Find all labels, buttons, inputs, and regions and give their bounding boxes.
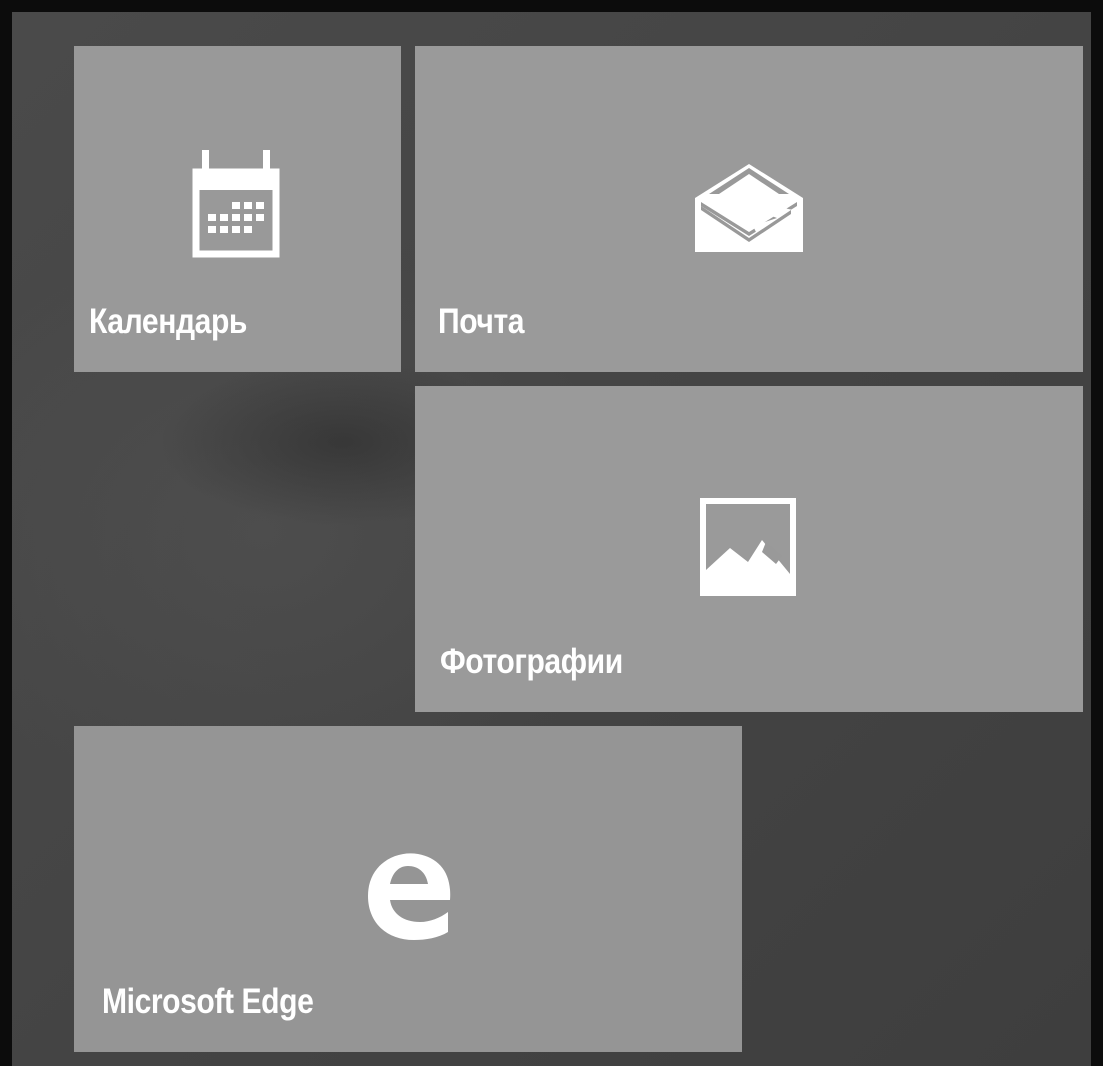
tile-calendar[interactable]: Календарь xyxy=(74,46,401,372)
mail-icon xyxy=(695,164,803,254)
start-menu-tiles-panel: Календарь Почта Фотографии Microsoft Edg… xyxy=(0,0,1103,1066)
calendar-icon xyxy=(192,150,280,260)
tile-photos[interactable]: Фотографии xyxy=(415,386,1083,712)
edge-icon xyxy=(360,848,452,940)
tile-label-photos: Фотографии xyxy=(440,642,623,681)
tile-edge[interactable]: Microsoft Edge xyxy=(74,726,742,1052)
photos-icon xyxy=(700,498,796,596)
tile-label-calendar: Календарь xyxy=(89,302,247,341)
tile-label-edge: Microsoft Edge xyxy=(102,982,314,1021)
tile-mail[interactable]: Почта xyxy=(415,46,1083,372)
tile-label-mail: Почта xyxy=(438,302,525,341)
